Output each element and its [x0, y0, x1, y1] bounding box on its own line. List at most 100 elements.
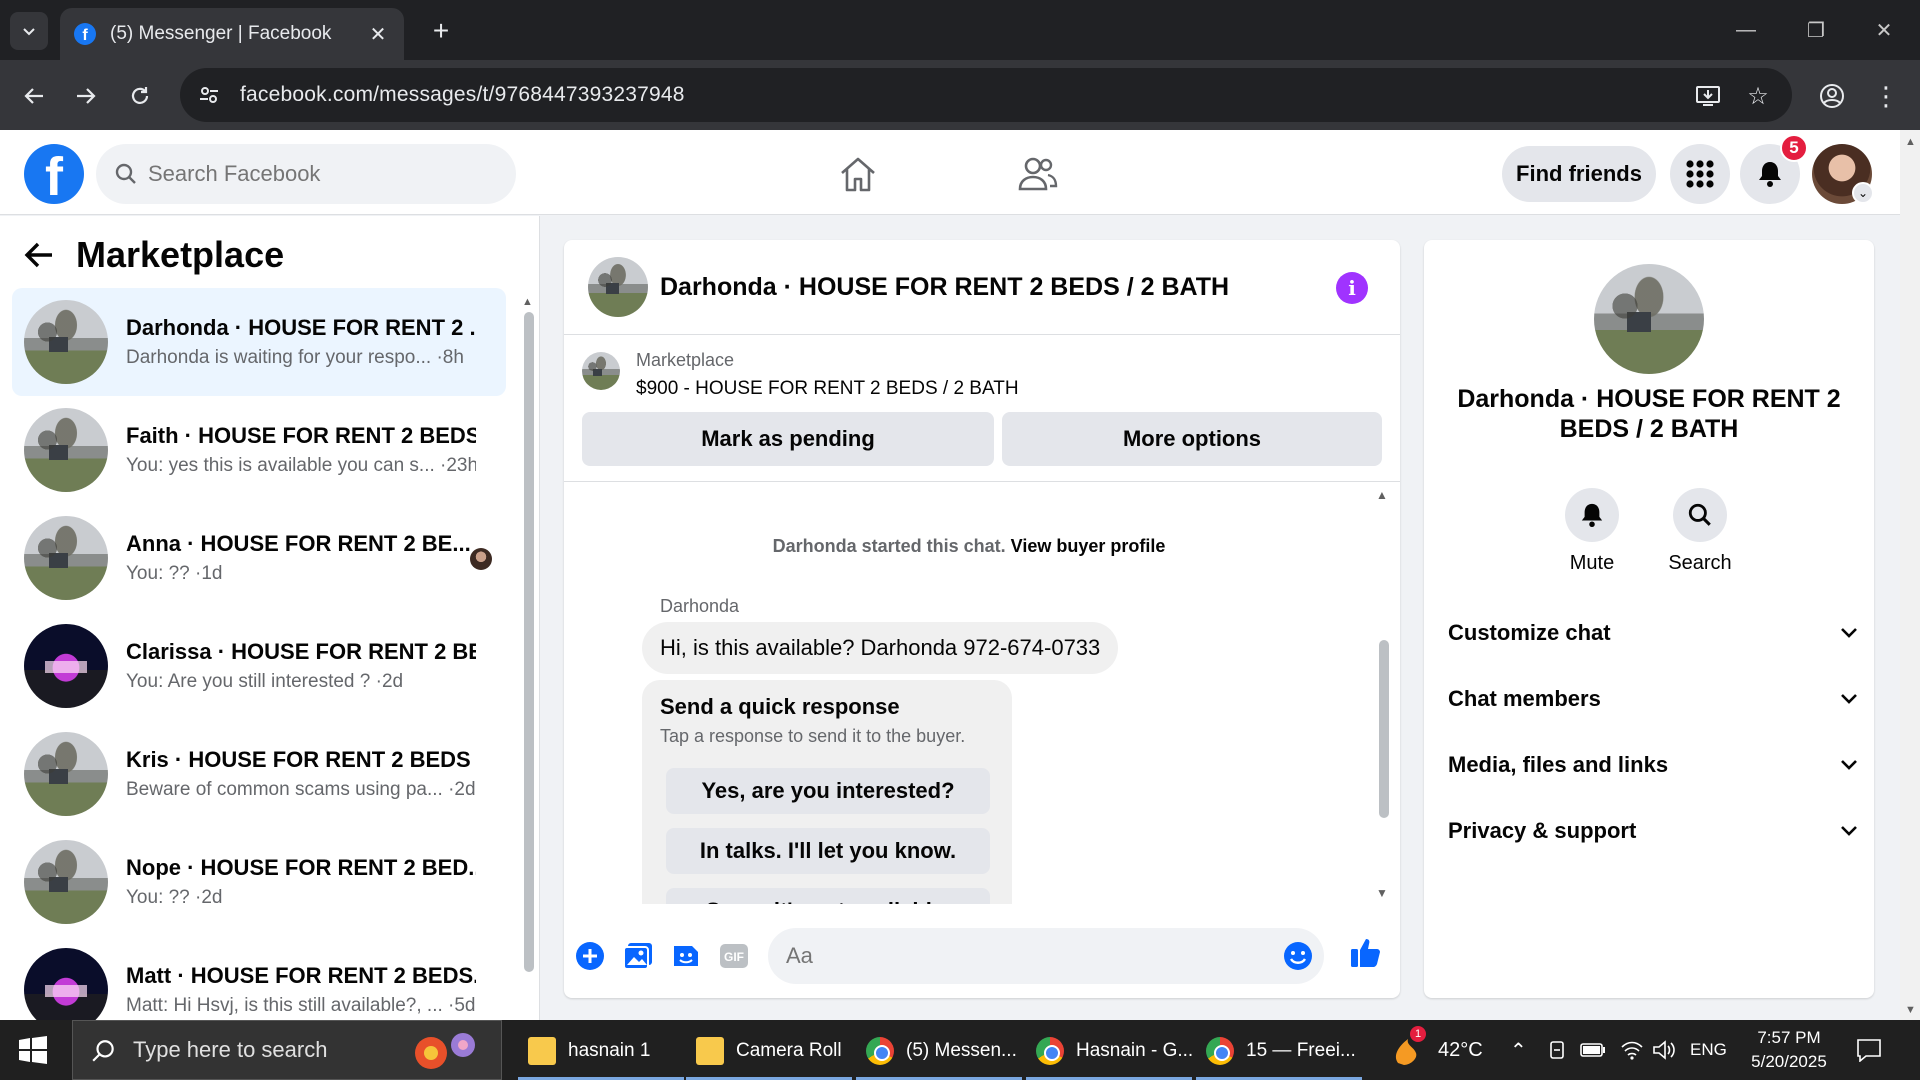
facebook-logo-icon[interactable]: f [24, 144, 84, 204]
conversation-preview: Darhonda is waiting for your respo... ·8… [126, 347, 464, 368]
taskbar-app[interactable]: 15 — Freei... [1196, 1024, 1362, 1080]
forward-button[interactable] [66, 76, 106, 116]
chat-scroll-up-icon[interactable]: ▲ [1376, 488, 1388, 502]
notification-center-icon[interactable] [1856, 1020, 1882, 1080]
search-in-chat-button[interactable] [1673, 488, 1727, 542]
browser-tabstrip: f (5) Messenger | Facebook ✕ + — ❐ ✕ [0, 0, 1920, 60]
message-thread: Darhonda started this chat. View buyer p… [564, 484, 1400, 904]
conversation-item[interactable]: Matt · HOUSE FOR RENT 2 BEDS... Matt: Hi … [12, 936, 506, 1020]
tab-close-icon[interactable]: ✕ [366, 22, 390, 47]
home-icon [841, 157, 875, 192]
quick-response-not-available[interactable]: Sorry, it's not available. [666, 888, 990, 904]
mute-action[interactable]: Mute [1552, 488, 1632, 575]
taskbar-search[interactable]: Type here to search [72, 1020, 502, 1080]
message-bubble[interactable]: Hi, is this available? Darhonda 972-674-… [642, 622, 1119, 674]
menu-button[interactable] [1670, 144, 1730, 204]
taskbar-app[interactable]: hasnain 1 [518, 1024, 684, 1080]
volume-icon[interactable] [1652, 1020, 1676, 1080]
language-indicator[interactable]: ENG [1690, 1020, 1727, 1080]
plus-circle-icon[interactable] [574, 940, 606, 972]
marketplace-listing-bar: Marketplace $900 - HOUSE FOR RENT 2 BEDS… [564, 336, 1400, 482]
info-icon[interactable]: i [1336, 272, 1368, 304]
friends-nav-button[interactable] [1008, 144, 1068, 204]
privacy-support-label: Privacy & support [1448, 818, 1637, 843]
folder-icon [696, 1036, 724, 1065]
chat-avatar[interactable] [588, 257, 648, 317]
conversation-preview: You: ?? ·2d [126, 887, 223, 908]
taskbar-app-label: hasnain 1 [568, 1039, 651, 1061]
facebook-favicon-icon: f [74, 23, 96, 45]
mark-as-pending-button[interactable]: Mark as pending [582, 412, 994, 466]
conversation-item[interactable]: Kris · HOUSE FOR RENT 2 BEDS ... Beware o… [12, 720, 506, 828]
scroll-up-icon[interactable]: ▲ [522, 296, 533, 308]
conversation-item[interactable]: Darhonda · HOUSE FOR RENT 2 ... Darhonda … [12, 288, 506, 396]
seen-by-avatar [470, 548, 492, 570]
quick-response-yes[interactable]: Yes, are you interested? [666, 768, 990, 814]
facebook-search[interactable] [96, 144, 516, 204]
weather-widget[interactable]: 1 42°C [1390, 1020, 1483, 1080]
taskbar-app[interactable]: Hasnain - G... [1026, 1024, 1192, 1080]
restore-button[interactable]: ❐ [1794, 10, 1838, 50]
search-action[interactable]: Search [1660, 488, 1740, 575]
more-options-button[interactable]: More options [1002, 412, 1382, 466]
find-friends-button[interactable]: Find friends [1502, 146, 1656, 202]
gif-icon[interactable]: GIF [718, 940, 750, 972]
reload-button[interactable] [120, 76, 160, 116]
browser-tab-messenger[interactable]: f (5) Messenger | Facebook ✕ [60, 8, 404, 60]
chat-members-row[interactable]: Chat members [1448, 674, 1858, 724]
taskbar-app[interactable]: (5) Messen... [856, 1024, 1022, 1080]
quick-response-in-talks[interactable]: In talks. I'll let you know. [666, 828, 990, 874]
conversation-preview: Beware of common scams using pa... ·2d [126, 779, 476, 800]
profile-icon[interactable] [1812, 76, 1852, 116]
taskbar-clock[interactable]: 7:57 PM 5/20/2025 [1744, 1026, 1834, 1074]
listing-thumbnail[interactable] [582, 352, 620, 390]
taskbar-device-icon[interactable] [1548, 1020, 1566, 1080]
battery-icon[interactable] [1580, 1020, 1606, 1080]
taskbar-app[interactable]: Camera Roll [686, 1024, 852, 1080]
tab-search-button[interactable] [10, 12, 48, 50]
conversation-item[interactable]: Faith · HOUSE FOR RENT 2 BEDS... You: yes… [12, 396, 506, 504]
emoji-icon[interactable] [1282, 940, 1314, 977]
chat-scroll-down-icon[interactable]: ▼ [1376, 886, 1388, 900]
view-buyer-profile-link[interactable]: View buyer profile [1011, 536, 1166, 556]
conversation-item[interactable]: Nope · HOUSE FOR RENT 2 BED... You: ?? ·2… [12, 828, 506, 936]
listing-title[interactable]: $900 - HOUSE FOR RENT 2 BEDS / 2 BATH [636, 378, 1019, 400]
weather-badge: 1 [1410, 1026, 1426, 1042]
taskbar-app-label: (5) Messen... [906, 1039, 1017, 1061]
back-arrow-icon[interactable] [24, 241, 54, 269]
media-files-links-row[interactable]: Media, files and links [1448, 740, 1858, 790]
chat-scroll-thumb[interactable] [1379, 640, 1389, 818]
minimize-button[interactable]: — [1724, 10, 1768, 50]
new-tab-button[interactable]: + [424, 14, 458, 48]
browser-menu-icon[interactable]: ⋮ [1866, 76, 1906, 116]
page-scroll-down-icon[interactable]: ▼ [1905, 1004, 1916, 1016]
conversation-item[interactable]: Anna · HOUSE FOR RENT 2 BE... You: ?? ·1d [12, 504, 506, 612]
bookmark-star-icon[interactable]: ☆ [1742, 80, 1774, 112]
install-app-icon[interactable] [1692, 80, 1724, 112]
sidebar-scroll-thumb[interactable] [524, 312, 534, 972]
conversation-item[interactable]: Clarissa · HOUSE FOR RENT 2 BE... You: Ar… [12, 612, 506, 720]
back-button[interactable] [14, 76, 54, 116]
address-bar[interactable]: facebook.com/messages/t/9768447393237948… [180, 68, 1792, 122]
chat-title[interactable]: Darhonda · HOUSE FOR RENT 2 BEDS / 2 BAT… [660, 273, 1229, 302]
mute-button[interactable] [1565, 488, 1619, 542]
sticker-icon[interactable] [670, 940, 702, 972]
facebook-search-input[interactable] [148, 161, 488, 187]
message-input-box[interactable] [768, 928, 1324, 984]
photo-icon[interactable] [622, 940, 654, 972]
home-nav-button[interactable] [828, 144, 888, 204]
message-input[interactable] [786, 943, 1266, 969]
account-caret-icon[interactable]: ⌄ [1852, 182, 1874, 204]
sidebar-scrollbar[interactable]: ▲ [522, 296, 534, 976]
customize-chat-row[interactable]: Customize chat [1448, 608, 1858, 658]
site-settings-icon[interactable] [196, 82, 222, 108]
thumbs-up-icon[interactable] [1348, 934, 1384, 970]
privacy-support-row[interactable]: Privacy & support [1448, 806, 1858, 856]
details-avatar[interactable] [1594, 264, 1704, 374]
windows-start-icon[interactable] [18, 1036, 50, 1064]
page-scrollbar[interactable]: ▲ ▼ [1900, 130, 1920, 1020]
close-window-button[interactable]: ✕ [1862, 10, 1906, 50]
page-scroll-up-icon[interactable]: ▲ [1905, 136, 1916, 148]
wifi-icon[interactable] [1620, 1020, 1644, 1080]
show-hidden-icons-button[interactable]: ⌃ [1510, 1020, 1527, 1080]
